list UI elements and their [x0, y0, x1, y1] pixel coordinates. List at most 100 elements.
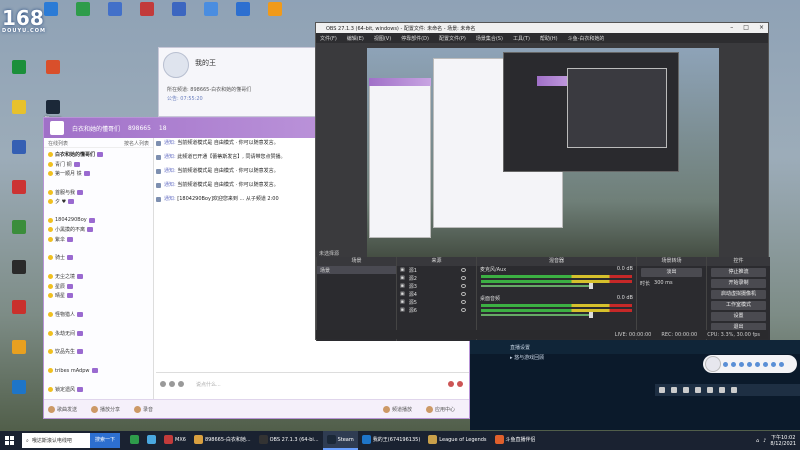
user-list-item[interactable]: 首服与我 — [48, 188, 151, 197]
user-list-item[interactable]: 夕 ♥ — [48, 197, 151, 206]
desktop-shortcut[interactable] — [2, 340, 36, 356]
taskbar-search-input[interactable]: ⌕ 哦达斯滚认电线吧 — [22, 433, 90, 448]
user-list-item[interactable] — [48, 206, 151, 215]
desktop-shortcut[interactable] — [2, 100, 36, 116]
taskbar-app-button[interactable]: 898665-白衣和她... — [190, 431, 255, 450]
mic-icon[interactable] — [457, 381, 463, 387]
obs-titlebar[interactable]: OBS 27.1.3 (64-bit, windows) - 配置文件: 未命名… — [316, 23, 768, 33]
obs-menu-item[interactable]: 配置文件(P) — [439, 35, 466, 42]
game-option[interactable]: ▸ 悠与游戏回顾 — [510, 354, 544, 361]
obs-menu-item[interactable]: 帮助(H) — [540, 35, 558, 42]
user-list-item[interactable] — [48, 338, 151, 347]
desktop-shortcut[interactable] — [2, 220, 36, 236]
user-list-item[interactable]: 永劫无间 — [48, 328, 151, 337]
volume-slider[interactable] — [481, 312, 593, 318]
obs-control-button[interactable]: 停止推流 — [711, 268, 766, 277]
source-item[interactable]: ▣ 源1 — [397, 266, 476, 274]
volume-icon[interactable]: ♪ — [763, 438, 766, 444]
tab-sort-by-name[interactable]: 按名人列表 — [124, 140, 149, 147]
desktop-shortcut[interactable] — [2, 180, 36, 196]
desktop-shortcut[interactable] — [98, 2, 132, 18]
obs-control-button[interactable]: 启动虚拟摄像机 — [711, 290, 766, 299]
tool-icon[interactable] — [779, 361, 784, 367]
emoji-icon[interactable] — [160, 381, 166, 387]
tool-icon[interactable] — [695, 387, 701, 393]
user-list-item[interactable] — [48, 178, 151, 187]
desktop-shortcut[interactable] — [2, 300, 36, 316]
desktop-shortcut[interactable] — [130, 2, 164, 18]
search-button[interactable]: 搜索一下 — [90, 433, 121, 448]
tool-icon[interactable] — [747, 361, 752, 367]
obs-menu-item[interactable]: 场景集合(S) — [476, 35, 503, 42]
tool-icon[interactable] — [707, 387, 713, 393]
visibility-icon[interactable] — [461, 268, 466, 272]
desktop-shortcut[interactable] — [2, 260, 36, 276]
obs-menu-item[interactable]: 编辑(E) — [347, 35, 364, 42]
transition-select[interactable]: 淡出 — [641, 268, 702, 277]
user-list-item[interactable] — [48, 375, 151, 384]
obs-control-button[interactable]: 开始录制 — [711, 279, 766, 288]
user-list-item[interactable]: 星辰 — [48, 281, 151, 290]
user-list-item[interactable] — [48, 263, 151, 272]
taskbar-app-button[interactable]: League of Legends — [424, 431, 490, 450]
user-list-item[interactable]: 青门 铜 — [48, 159, 151, 168]
transition-duration[interactable]: 时长 300 ms — [637, 279, 706, 287]
user-list-item[interactable]: 饮品先生 — [48, 347, 151, 356]
tool-icon[interactable] — [731, 361, 736, 367]
source-item[interactable]: ▣ 源2 — [397, 274, 476, 282]
obs-menu-item[interactable]: 工具(T) — [513, 35, 530, 42]
desktop-shortcut[interactable] — [2, 140, 36, 156]
source-item[interactable]: ▣ 源4 — [397, 290, 476, 298]
close-icon[interactable]: × — [759, 25, 764, 31]
channel-play-button[interactable]: 频道播放 — [382, 405, 412, 413]
chat-input[interactable]: 说点什么... — [196, 381, 221, 388]
desktop-shortcut[interactable] — [2, 60, 36, 76]
scene-item[interactable]: 场景 — [317, 266, 396, 274]
tool-icon[interactable] — [659, 387, 665, 393]
record-button[interactable]: 录音 — [134, 405, 153, 413]
desktop-shortcut[interactable] — [36, 60, 70, 76]
user-list-item[interactable] — [48, 357, 151, 366]
user-list-item[interactable]: 小黑摸的不离 — [48, 225, 151, 234]
volume-slider[interactable] — [481, 283, 593, 289]
start-button[interactable] — [0, 431, 18, 450]
tool-icon[interactable] — [719, 387, 725, 393]
qq-chat-window[interactable]: 我的王 所在频道: 898665-白衣和她的懂哥们 公告: 07:55:20 — [158, 47, 320, 117]
user-list-item[interactable] — [48, 300, 151, 309]
visibility-icon[interactable] — [461, 300, 466, 304]
desktop-shortcut[interactable] — [194, 2, 228, 18]
taskbar-app-button[interactable] — [143, 431, 160, 450]
tool-icon[interactable] — [739, 361, 744, 367]
tool-icon[interactable] — [731, 387, 737, 393]
tab-online-list[interactable]: 在线列表 — [48, 140, 68, 147]
image-icon[interactable] — [169, 381, 175, 387]
taskbar-app-button[interactable]: OBS 27.1.3 (64-bi... — [255, 431, 323, 450]
obs-menu-item[interactable]: 视图(V) — [374, 35, 391, 42]
user-list-item[interactable]: 1804290Boy — [48, 216, 151, 225]
taskbar-app-button[interactable] — [126, 431, 143, 450]
user-list-item[interactable]: 无尘之境 — [48, 272, 151, 281]
obs-window[interactable]: OBS 27.1.3 (64-bit, windows) - 配置文件: 未命名… — [315, 22, 770, 341]
user-list-item[interactable]: 第一顺月 铁 — [48, 169, 151, 178]
obs-control-button[interactable]: 设置 — [711, 312, 766, 321]
minimize-icon[interactable]: – — [730, 25, 733, 31]
clock[interactable]: 下午10:02 8/12/2021 — [770, 435, 796, 447]
play-share-button[interactable]: 播放分享 — [91, 405, 120, 413]
visibility-icon[interactable] — [461, 292, 466, 296]
desktop-shortcut[interactable] — [258, 2, 292, 18]
visibility-icon[interactable] — [461, 308, 466, 312]
obs-preview-canvas[interactable] — [367, 48, 719, 267]
assistant-avatar[interactable] — [705, 356, 721, 372]
user-list-item[interactable]: 怪物猎人 — [48, 310, 151, 319]
obs-control-button[interactable]: 工作室模式 — [711, 301, 766, 310]
taskbar-app-button[interactable]: MX6 — [160, 431, 190, 450]
floating-assistant-bar[interactable] — [703, 355, 797, 373]
desktop-shortcut[interactable] — [162, 2, 196, 18]
user-list-item[interactable] — [48, 244, 151, 253]
tool-icon[interactable] — [763, 361, 768, 367]
taskbar-app-button[interactable]: Steam — [322, 431, 358, 450]
user-list-item[interactable]: 晴星 — [48, 291, 151, 300]
user-list-item[interactable]: 白衣和她的懂哥们 — [48, 150, 151, 159]
source-item[interactable]: ▣ 源6 — [397, 306, 476, 314]
taskbar-app-button[interactable]: 斗鱼直播伴侣 — [491, 431, 540, 450]
